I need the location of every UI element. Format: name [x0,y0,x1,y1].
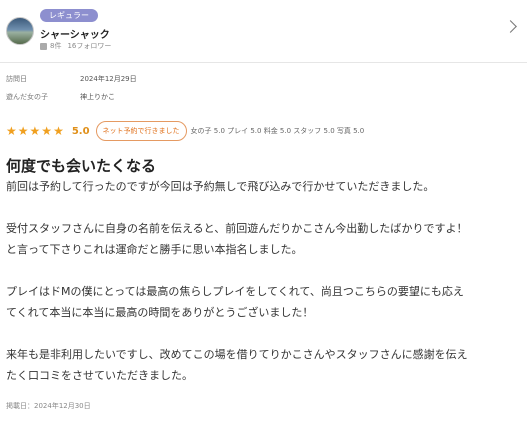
review-paragraph: 受付スタッフさんに自身の名前を伝えると、前回遊んだりかこさん今出勤したばかりです… [6,222,468,256]
posted-date: 掲載日：2024年12月30日 [6,402,91,410]
review-paragraph: 前回は予約して行ったのですが今回は予約無しで飛び込みで行かせていただきました。 [6,180,435,193]
reviewer-header[interactable]: レギュラー シャーシャック 8件 16フォロワー [0,0,527,62]
star-icon: ★ [41,124,53,138]
net-reservation-badge: ネット予約で行きました [95,121,187,141]
review-title: 何度でも会いたくなる [6,157,157,175]
follower-count: 16フォロワー [67,42,112,50]
regular-badge: レギュラー [40,9,98,22]
star-icon: ★ [53,124,64,138]
star-rating: ★ ★ ★ ★ ★ [6,125,64,137]
visit-date: 2024年12月29日 [80,75,137,83]
sub-scores: 女の子 5.0 プレイ 5.0 料金 5.0 スタッフ 5.0 写真 5.0 [190,127,365,135]
reviewer-meta: 8件 16フォロワー [40,41,111,51]
star-icon: ★ [17,124,29,138]
overall-score: 5.0 [71,125,90,137]
girl-label: 遊んだ女の子 [6,93,48,101]
review-body: 前回は予約して行ったのですが今回は予約無しで飛び込みで行かせていただきました。 … [6,176,518,386]
chevron-right-icon[interactable] [504,20,517,33]
review-paragraph: 来年も是非利用したいですし、改めてこの場を借りてりかこさんやスタッフさんに感謝を… [6,348,468,382]
star-icon: ★ [6,124,17,138]
star-icon: ★ [29,124,41,138]
rating-row: ★ ★ ★ ★ ★ 5.0 ネット予約で行きました 女の子 5.0 プレイ 5.… [6,121,364,141]
reviewer-name[interactable]: シャーシャック [40,26,110,41]
reviewer-avatar[interactable] [6,17,34,45]
review-count: 8件 [50,42,62,50]
review-count-icon [40,42,47,50]
header-divider [0,62,527,63]
review-paragraph: プレイはドMの僕にとっては最高の焦らしプレイをしてくれて、尚且つこちらの要望にも… [6,285,464,319]
visit-date-label: 訪問日 [6,75,27,83]
girl-name[interactable]: 神上りかこ [80,92,115,102]
